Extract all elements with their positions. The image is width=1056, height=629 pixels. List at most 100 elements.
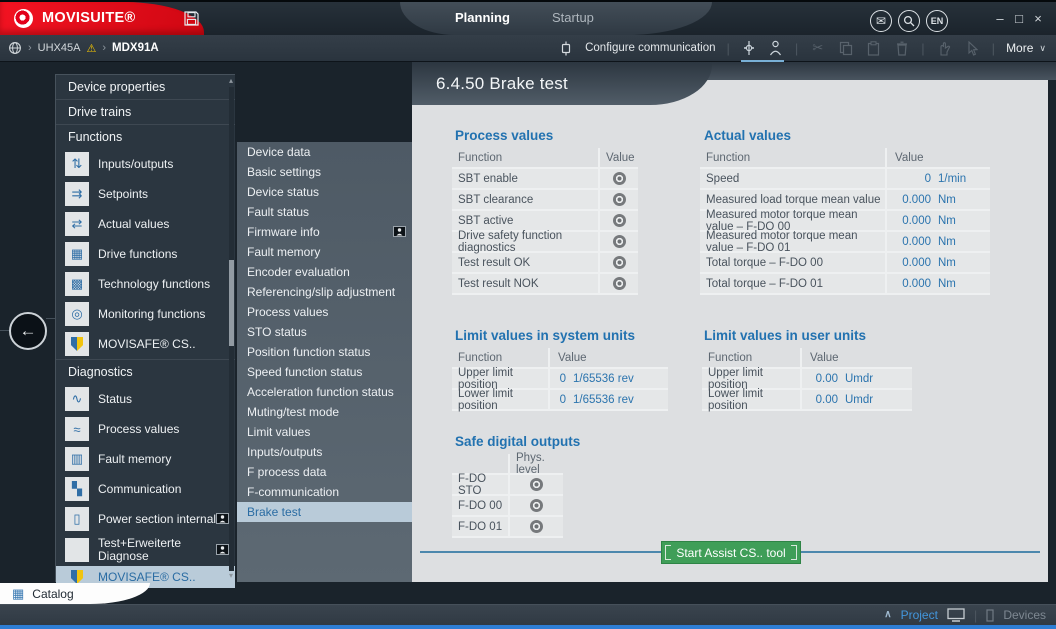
table-row: SBT enable	[452, 169, 638, 190]
network-root-icon[interactable]	[8, 41, 22, 55]
value: 0.00	[802, 394, 838, 406]
toolbar-divider: |	[795, 41, 798, 56]
value: 0.000	[887, 215, 931, 227]
tab-startup[interactable]: Startup	[552, 10, 594, 25]
project-view-toggle[interactable]: Project	[901, 608, 938, 622]
configure-communication-label[interactable]: Configure communication	[585, 42, 715, 54]
nav2-item-limit-values[interactable]: Limit values	[237, 422, 412, 442]
sidebar-item-status[interactable]: ∿ Status	[56, 384, 235, 414]
scroll-down-icon[interactable]: ▾	[227, 571, 235, 581]
nav2-item-device-data[interactable]: Device data	[237, 142, 412, 162]
actual-values-table: Function Value Speed01/min Measured load…	[700, 148, 990, 295]
nav2-item-referencing-slip-adjustment[interactable]: Referencing/slip adjustment	[237, 282, 412, 302]
actual-values-heading: Actual values	[704, 128, 791, 143]
nav2-item-device-status[interactable]: Device status	[237, 182, 412, 202]
value: 0	[887, 173, 931, 185]
delete-icon[interactable]	[893, 39, 910, 57]
diagnostics-subnav-panel: Device data Basic settings Device status…	[235, 142, 412, 582]
sidebar-item-process-values[interactable]: ≈ Process values	[56, 414, 235, 444]
messages-button[interactable]: ✉	[870, 10, 892, 32]
button-bracket-decoration	[665, 545, 671, 560]
table-row: Lower limit position01/65536 rev	[452, 390, 668, 411]
configure-communication-icon[interactable]	[557, 39, 574, 57]
language-button[interactable]: EN	[926, 10, 948, 32]
search-icon	[903, 15, 915, 27]
status-led-icon	[613, 172, 626, 185]
nav2-item-speed-function-status[interactable]: Speed function status	[237, 362, 412, 382]
sidebar-item-fault-memory[interactable]: ▥ Fault memory	[56, 444, 235, 474]
more-menu[interactable]: More ∨	[1006, 41, 1046, 55]
nav2-item-position-function-status[interactable]: Position function status	[237, 342, 412, 362]
search-button[interactable]	[898, 10, 920, 32]
sidebar-item-setpoints[interactable]: ⇉ Setpoints	[56, 179, 235, 209]
nav2-item-process-values[interactable]: Process values	[237, 302, 412, 322]
start-assist-cs-tool-button[interactable]: Start Assist CS.. tool	[661, 541, 801, 564]
cut-icon[interactable]: ✂	[809, 39, 826, 57]
breadcrumb-device-uhx45a[interactable]: UHX45A	[38, 42, 81, 54]
nav2-item-encoder-evaluation[interactable]: Encoder evaluation	[237, 262, 412, 282]
sidebar-item-communication[interactable]: ▚ Communication	[56, 474, 235, 504]
sidebar-item-device-properties[interactable]: Device properties	[56, 75, 235, 99]
nav2-item-brake-test[interactable]: Brake test	[237, 502, 412, 522]
monitor-icon[interactable]	[947, 608, 965, 622]
nav2-item-basic-settings[interactable]: Basic settings	[237, 162, 412, 182]
catalog-icon: ▦	[12, 586, 24, 602]
expand-panel-icon[interactable]: ∧	[884, 612, 891, 618]
pan-hand-icon[interactable]	[936, 39, 953, 57]
tab-planning[interactable]: Planning	[455, 10, 510, 25]
shield-icon	[71, 570, 83, 584]
blank-tile-icon	[65, 538, 89, 562]
expert-user-badge-icon	[216, 544, 229, 555]
nav2-item-muting-test-mode[interactable]: Muting/test mode	[237, 402, 412, 422]
nav2-item-sto-status[interactable]: STO status	[237, 322, 412, 342]
device-icon[interactable]	[986, 609, 994, 622]
minimize-button[interactable]: –	[992, 11, 1008, 26]
unit: Nm	[938, 257, 956, 269]
maximize-button[interactable]: □	[1011, 11, 1027, 26]
unit: Umdr	[845, 394, 873, 406]
connection-mode-icon[interactable]	[741, 39, 758, 57]
more-label: More	[1006, 41, 1033, 55]
close-button[interactable]: ×	[1030, 11, 1046, 26]
nav2-item-inputs-outputs[interactable]: Inputs/outputs	[237, 442, 412, 462]
table-row: Speed01/min	[700, 169, 990, 190]
status-led-icon	[613, 235, 626, 248]
collapse-panel-button[interactable]: ←	[9, 312, 47, 350]
nav2-item-acceleration-function-status[interactable]: Acceleration function status	[237, 382, 412, 402]
table-header: Function Value	[452, 148, 638, 169]
drive-functions-icon: ▦	[65, 242, 89, 266]
sidebar-item-power-section-internal[interactable]: ▯ Power section internal	[56, 504, 235, 534]
status-divider: |	[974, 608, 977, 623]
nav2-item-f-communication[interactable]: F-communication	[237, 482, 412, 502]
sidebar-item-technology-functions[interactable]: ▩ Technology functions	[56, 269, 235, 299]
table-row: Measured motor torque mean value – F-DO …	[700, 232, 990, 253]
nav2-item-f-process-data[interactable]: F process data	[237, 462, 412, 482]
safe-outputs-table: Phys. level F-DO STO F-DO 00 F-DO 01	[452, 454, 563, 538]
sidebar-item-actual-values[interactable]: ⇄ Actual values	[56, 209, 235, 239]
brake-test-content-panel: Process values Function Value SBT enable…	[412, 80, 1048, 582]
nav2-item-fault-status[interactable]: Fault status	[237, 202, 412, 222]
sidebar-item-test-erweiterte-diagnose[interactable]: Test+Erweiterte Diagnose	[56, 534, 235, 566]
command-bar: › UHX45A ⚠ › MDX91A Configure communicat…	[0, 35, 1056, 62]
unit: Nm	[938, 236, 956, 248]
sidebar-item-monitoring-functions[interactable]: ◎ Monitoring functions	[56, 299, 235, 329]
select-cursor-icon[interactable]	[964, 39, 981, 57]
limit-user-table: Function Value Upper limit position0.00U…	[702, 348, 912, 411]
catalog-tab[interactable]: ▦ Catalog	[0, 583, 150, 604]
sidebar-item-drive-functions[interactable]: ▦ Drive functions	[56, 239, 235, 269]
copy-icon[interactable]	[837, 39, 854, 57]
scroll-up-icon[interactable]: ▴	[227, 76, 235, 86]
sidebar-item-inputs-outputs[interactable]: ⇅ Inputs/outputs	[56, 149, 235, 179]
sidebar-item-movisafe-functions[interactable]: MOVISAFE® CS..	[56, 329, 235, 359]
nav2-item-firmware-info[interactable]: Firmware info	[237, 222, 412, 242]
devices-view-toggle[interactable]: Devices	[1003, 608, 1046, 622]
process-values-heading: Process values	[455, 128, 553, 143]
paste-icon[interactable]	[865, 39, 882, 57]
nav2-item-fault-memory[interactable]: Fault memory	[237, 242, 412, 262]
sidebar-item-drive-trains[interactable]: Drive trains	[56, 99, 235, 124]
user-mode-icon[interactable]	[767, 39, 784, 57]
breadcrumb-device-mdx91a[interactable]: MDX91A	[112, 42, 159, 54]
sidebar-scrollbar-thumb[interactable]	[229, 260, 234, 346]
save-icon[interactable]	[183, 10, 200, 27]
safe-outputs-heading: Safe digital outputs	[455, 434, 580, 449]
